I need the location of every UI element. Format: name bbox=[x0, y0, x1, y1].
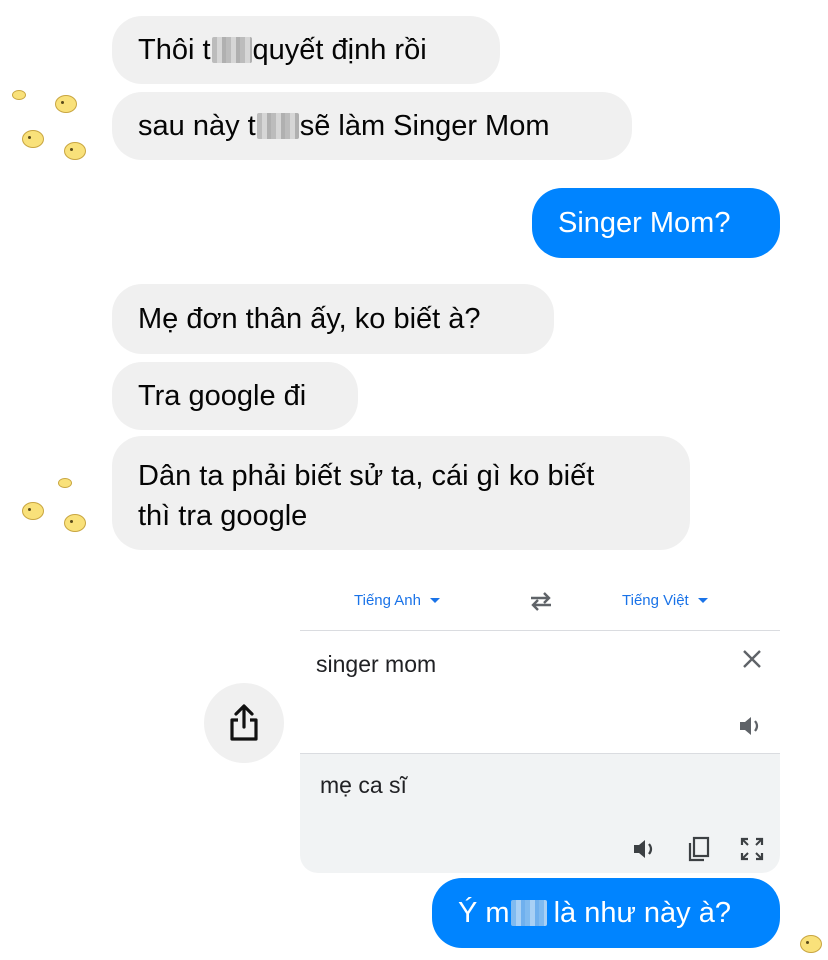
source-text-input[interactable]: singer mom bbox=[300, 631, 780, 753]
share-icon bbox=[230, 704, 258, 741]
message-text-block: Dân ta phải biết sử ta, cái gì ko biết t… bbox=[138, 456, 594, 536]
chick-sticker bbox=[55, 95, 77, 113]
incoming-message[interactable]: sau này t sẽ làm Singer Mom bbox=[112, 92, 632, 160]
swap-languages-icon[interactable] bbox=[528, 590, 554, 612]
chick-sticker bbox=[22, 130, 44, 148]
outgoing-message[interactable]: Singer Mom? bbox=[532, 188, 780, 258]
incoming-message[interactable]: Dân ta phải biết sử ta, cái gì ko biết t… bbox=[112, 436, 690, 550]
translate-card: Tiếng Anh Tiếng Việt singer mom mẹ ca sĩ bbox=[300, 572, 780, 873]
incoming-message[interactable]: Mẹ đơn thân ấy, ko biết à? bbox=[112, 284, 554, 354]
message-text: sau này t bbox=[138, 110, 256, 142]
source-text: singer mom bbox=[316, 651, 437, 677]
output-actions bbox=[632, 836, 764, 862]
share-button[interactable] bbox=[204, 683, 284, 763]
chevron-down-icon bbox=[430, 598, 440, 603]
message-text: Dân ta phải biết sử ta, cái gì ko biết bbox=[138, 460, 595, 492]
clear-icon[interactable] bbox=[742, 649, 762, 669]
target-language-select[interactable]: Tiếng Việt bbox=[622, 592, 708, 609]
message-text: Ý m bbox=[458, 897, 510, 929]
speaker-icon[interactable] bbox=[632, 838, 658, 860]
redacted-text bbox=[256, 113, 299, 139]
redacted-text bbox=[211, 37, 252, 63]
message-text: Singer Mom? bbox=[558, 207, 731, 239]
message-text: Tra google đi bbox=[138, 380, 307, 412]
outgoing-message[interactable]: Ý m là như này à? bbox=[432, 878, 780, 948]
target-language-label: Tiếng Việt bbox=[622, 592, 689, 609]
fullscreen-icon[interactable] bbox=[740, 837, 764, 861]
speaker-icon[interactable] bbox=[738, 715, 764, 737]
chick-sticker bbox=[22, 502, 44, 520]
chick-sticker bbox=[64, 142, 86, 160]
translated-text: mẹ ca sĩ bbox=[320, 772, 407, 798]
chick-sticker bbox=[64, 514, 86, 532]
message-text: sẽ làm Singer Mom bbox=[299, 110, 550, 142]
chick-sticker bbox=[12, 90, 26, 100]
chick-sticker bbox=[58, 478, 72, 488]
source-language-label: Tiếng Anh bbox=[354, 592, 421, 609]
message-text: quyết định rồi bbox=[252, 34, 427, 66]
copy-icon[interactable] bbox=[688, 836, 710, 862]
message-text: Thôi t bbox=[138, 34, 211, 66]
redacted-text bbox=[510, 900, 547, 926]
message-text: là như này à? bbox=[553, 897, 731, 929]
source-language-select[interactable]: Tiếng Anh bbox=[354, 592, 440, 609]
language-bar: Tiếng Anh Tiếng Việt bbox=[300, 572, 780, 631]
message-text: thì tra google bbox=[138, 500, 308, 532]
chevron-down-icon bbox=[697, 598, 708, 603]
chick-sticker bbox=[800, 935, 822, 953]
incoming-message[interactable]: Thôi t quyết định rồi bbox=[112, 16, 500, 84]
incoming-message[interactable]: Tra google đi bbox=[112, 362, 358, 430]
message-text: Mẹ đơn thân ấy, ko biết à? bbox=[138, 303, 481, 335]
translation-output: mẹ ca sĩ bbox=[300, 753, 780, 873]
